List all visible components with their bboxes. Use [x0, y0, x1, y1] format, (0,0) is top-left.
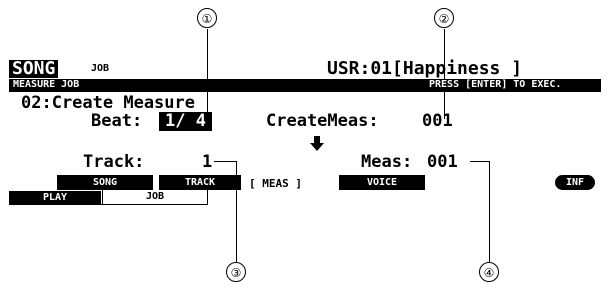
subheader-left: MEASURE JOB	[13, 79, 80, 90]
info-button[interactable]: INF	[555, 175, 595, 190]
callout-2: ②	[434, 8, 454, 28]
beat-value-field[interactable]: 1/ 4	[159, 112, 212, 131]
track-value-field[interactable]: 1	[202, 154, 212, 171]
submode-label: JOB	[91, 63, 110, 74]
create-meas-value-field[interactable]: 001	[422, 113, 453, 130]
song-name: USR:01[Happiness ]	[327, 58, 523, 79]
subheader-right: PRESS [ENTER] TO EXEC.	[429, 79, 562, 90]
callout-4: ④	[479, 262, 499, 282]
tab-job[interactable]: JOB	[102, 190, 208, 205]
softkey-song[interactable]: SONG	[57, 175, 153, 190]
softkey-meas[interactable]: [ MEAS ]	[249, 178, 302, 189]
create-meas-label: CreateMeas:	[266, 111, 379, 131]
softkey-voice[interactable]: VOICE	[339, 175, 425, 190]
beat-label: Beat:	[91, 111, 143, 131]
meas-label: Meas:	[361, 152, 413, 172]
lcd-screen: SONG JOB USR:01[Happiness ] MEASURE JOB …	[9, 58, 601, 218]
callout-3: ③	[226, 262, 246, 282]
callout-1: ①	[197, 8, 217, 28]
down-arrow-icon	[309, 136, 325, 152]
job-title: 02:Create Measure	[21, 93, 195, 113]
mode-label: SONG	[9, 60, 59, 78]
meas-value-field[interactable]: 001	[427, 154, 458, 171]
tab-play[interactable]: PLAY	[9, 191, 101, 205]
softkey-track[interactable]: TRACK	[159, 175, 241, 190]
track-label: Track:	[83, 152, 145, 172]
